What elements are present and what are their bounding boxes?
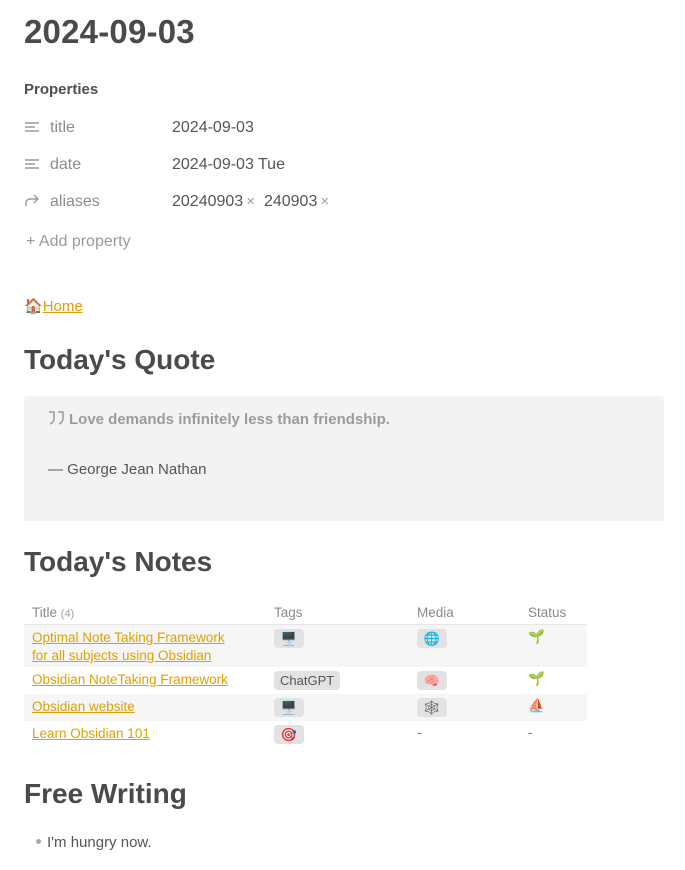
seedling-icon: 🌱 xyxy=(528,629,545,644)
property-value[interactable]: 20240903 × 240903 × xyxy=(172,193,338,211)
tags-cell: ChatGPT xyxy=(266,667,409,694)
text-lines-icon xyxy=(24,119,42,137)
property-value[interactable]: 2024-09-03 Tue xyxy=(172,156,285,174)
target-icon[interactable]: 🎯 xyxy=(274,725,304,744)
property-aliases[interactable]: aliases 20240903 × 240903 × xyxy=(24,190,664,214)
home-link[interactable]: 🏠Home xyxy=(24,297,83,315)
list-item[interactable]: I'm hungry now. xyxy=(36,834,152,851)
table-row: Optimal Note Taking Framework for all su… xyxy=(24,624,587,667)
column-header-title[interactable]: Title (4) xyxy=(24,600,266,625)
note-title[interactable]: 2024-09-03 xyxy=(24,13,195,51)
alias-pill[interactable]: 240903 xyxy=(264,193,317,210)
bullet-icon xyxy=(36,838,41,844)
forward-arrow-icon xyxy=(24,193,42,211)
property-key[interactable]: date xyxy=(50,156,81,174)
free-writing-heading: Free Writing xyxy=(24,778,187,809)
note-link[interactable]: Obsidian website xyxy=(32,699,135,714)
empty-value: - xyxy=(417,725,422,740)
seedling-icon: 🌱 xyxy=(528,671,545,686)
house-icon: 🏠 xyxy=(24,298,43,315)
column-header-status[interactable]: Status xyxy=(520,600,587,625)
title-cell: Obsidian website xyxy=(24,694,266,721)
media-cell: 🕸️ xyxy=(409,694,520,721)
property-title[interactable]: title 2024-09-03 xyxy=(24,116,664,140)
tags-cell: 🖥️ xyxy=(266,624,409,667)
remove-alias-icon[interactable]: × xyxy=(320,193,329,210)
table-row: Obsidian NoteTaking Framework ChatGPT 🧠 … xyxy=(24,667,587,694)
property-date[interactable]: date 2024-09-03 Tue xyxy=(24,153,664,177)
quote-text: Love demands infinitely less than friend… xyxy=(69,411,390,428)
tags-cell: 🎯 xyxy=(266,721,409,748)
globe-icon[interactable]: 🌐 xyxy=(417,629,447,648)
note-link[interactable]: Optimal Note Taking Framework for all su… xyxy=(32,630,225,663)
alias-pill[interactable]: 20240903 xyxy=(172,193,243,210)
tag-pill[interactable]: ChatGPT xyxy=(274,671,341,690)
quote-heading: Today's Quote xyxy=(24,344,216,375)
table-row: Obsidian website 🖥️ 🕸️ ⛵ xyxy=(24,694,587,721)
quote-author: — George Jean Nathan xyxy=(48,461,207,478)
property-key[interactable]: aliases xyxy=(50,193,100,211)
list-item-text[interactable]: I'm hungry now. xyxy=(47,834,152,851)
status-cell: 🌱 xyxy=(520,667,587,694)
table-row: Learn Obsidian 101 🎯 - - xyxy=(24,721,587,748)
note-link[interactable]: Obsidian NoteTaking Framework xyxy=(32,672,228,687)
row-count: (4) xyxy=(60,607,75,620)
title-cell: Optimal Note Taking Framework for all su… xyxy=(24,624,266,667)
column-title-label: Title xyxy=(32,604,58,620)
sailboat-icon: ⛵ xyxy=(528,698,545,713)
remove-alias-icon[interactable]: × xyxy=(246,193,255,210)
property-key[interactable]: title xyxy=(50,119,75,137)
empty-value: - xyxy=(528,725,533,740)
media-cell: 🌐 xyxy=(409,624,520,667)
home-link-label[interactable]: Home xyxy=(43,298,83,315)
title-cell: Obsidian NoteTaking Framework xyxy=(24,667,266,694)
computer-icon[interactable]: 🖥️ xyxy=(274,698,304,717)
brain-icon[interactable]: 🧠 xyxy=(417,671,447,690)
quote-text-line: Love demands infinitely less than friend… xyxy=(48,410,390,430)
column-header-tags[interactable]: Tags xyxy=(266,600,409,625)
web-icon[interactable]: 🕸️ xyxy=(417,698,447,717)
quote-icon xyxy=(48,410,65,430)
add-property-button[interactable]: + Add property xyxy=(26,233,131,251)
computer-icon[interactable]: 🖥️ xyxy=(274,629,304,648)
status-cell: - xyxy=(520,721,587,748)
column-header-media[interactable]: Media xyxy=(409,600,520,625)
status-cell: 🌱 xyxy=(520,624,587,667)
title-cell: Learn Obsidian 101 xyxy=(24,721,266,748)
property-value[interactable]: 2024-09-03 xyxy=(172,119,254,137)
quote-callout[interactable]: Love demands infinitely less than friend… xyxy=(24,396,664,521)
notes-table: Title (4) Tags Media Status Optimal Note… xyxy=(24,600,587,748)
notes-heading: Today's Notes xyxy=(24,546,213,577)
tags-cell: 🖥️ xyxy=(266,694,409,721)
properties-heading[interactable]: Properties xyxy=(24,81,98,98)
status-cell: ⛵ xyxy=(520,694,587,721)
media-cell: - xyxy=(409,721,520,748)
note-link[interactable]: Learn Obsidian 101 xyxy=(32,726,150,741)
media-cell: 🧠 xyxy=(409,667,520,694)
text-lines-icon xyxy=(24,156,42,174)
